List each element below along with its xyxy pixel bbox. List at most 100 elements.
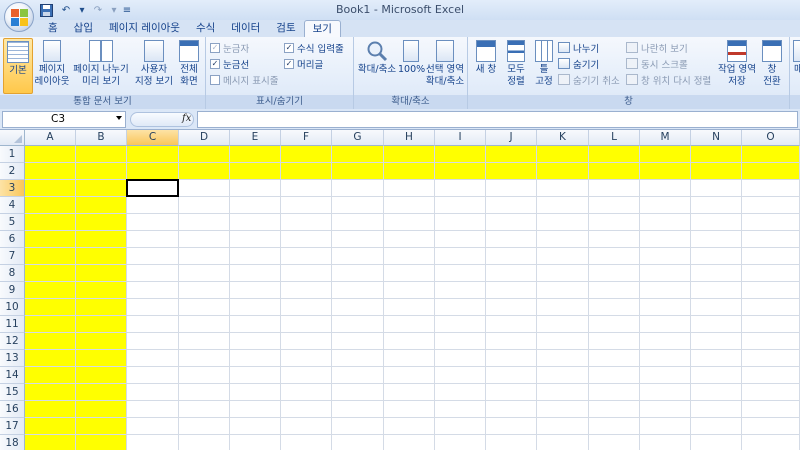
cell-n7[interactable] bbox=[691, 248, 742, 265]
cell-f16[interactable] bbox=[281, 401, 332, 418]
cell-n15[interactable] bbox=[691, 384, 742, 401]
cell-e4[interactable] bbox=[230, 197, 281, 214]
cell-j15[interactable] bbox=[486, 384, 537, 401]
cell-m1[interactable] bbox=[640, 146, 691, 163]
cell-j17[interactable] bbox=[486, 418, 537, 435]
cell-j11[interactable] bbox=[486, 316, 537, 333]
cell-j8[interactable] bbox=[486, 265, 537, 282]
cell-i11[interactable] bbox=[435, 316, 486, 333]
cell-e10[interactable] bbox=[230, 299, 281, 316]
cell-i10[interactable] bbox=[435, 299, 486, 316]
cell-l11[interactable] bbox=[589, 316, 640, 333]
formula-bar-checkbox[interactable]: ✓ 수식 입력줄 bbox=[284, 40, 344, 55]
cell-c7[interactable] bbox=[127, 248, 179, 265]
cell-a14[interactable] bbox=[25, 367, 76, 384]
cell-k16[interactable] bbox=[537, 401, 589, 418]
cell-l4[interactable] bbox=[589, 197, 640, 214]
cell-d2[interactable] bbox=[179, 163, 230, 180]
cell-c3[interactable] bbox=[127, 180, 179, 197]
cell-m17[interactable] bbox=[640, 418, 691, 435]
cell-l10[interactable] bbox=[589, 299, 640, 316]
zoom-to-selection-button[interactable]: 선택 영역 확대/축소 bbox=[424, 38, 466, 94]
cell-o9[interactable] bbox=[742, 282, 800, 299]
cell-m12[interactable] bbox=[640, 333, 691, 350]
cell-d4[interactable] bbox=[179, 197, 230, 214]
cell-n16[interactable] bbox=[691, 401, 742, 418]
cell-l14[interactable] bbox=[589, 367, 640, 384]
cell-b11[interactable] bbox=[76, 316, 127, 333]
cell-c16[interactable] bbox=[127, 401, 179, 418]
cell-f2[interactable] bbox=[281, 163, 332, 180]
cell-c12[interactable] bbox=[127, 333, 179, 350]
column-header-i[interactable]: I bbox=[435, 130, 486, 146]
cell-f3[interactable] bbox=[281, 180, 332, 197]
cell-o15[interactable] bbox=[742, 384, 800, 401]
cell-a7[interactable] bbox=[25, 248, 76, 265]
cell-d10[interactable] bbox=[179, 299, 230, 316]
cell-k6[interactable] bbox=[537, 231, 589, 248]
cell-i9[interactable] bbox=[435, 282, 486, 299]
cell-o12[interactable] bbox=[742, 333, 800, 350]
row-header-18[interactable]: 18 bbox=[0, 435, 25, 450]
cell-f5[interactable] bbox=[281, 214, 332, 231]
cell-n11[interactable] bbox=[691, 316, 742, 333]
sync-scroll-button[interactable]: 동시 스크롤 bbox=[626, 56, 688, 71]
cell-m4[interactable] bbox=[640, 197, 691, 214]
cell-n18[interactable] bbox=[691, 435, 742, 450]
cell-d18[interactable] bbox=[179, 435, 230, 450]
column-header-n[interactable]: N bbox=[691, 130, 742, 146]
cell-j5[interactable] bbox=[486, 214, 537, 231]
cell-j1[interactable] bbox=[486, 146, 537, 163]
cell-b16[interactable] bbox=[76, 401, 127, 418]
cell-k11[interactable] bbox=[537, 316, 589, 333]
cell-f9[interactable] bbox=[281, 282, 332, 299]
cell-d13[interactable] bbox=[179, 350, 230, 367]
cell-l17[interactable] bbox=[589, 418, 640, 435]
row-header-7[interactable]: 7 bbox=[0, 248, 25, 265]
freeze-panes-button[interactable]: 틀 고정 bbox=[530, 38, 558, 94]
cell-o2[interactable] bbox=[742, 163, 800, 180]
cell-i4[interactable] bbox=[435, 197, 486, 214]
column-header-k[interactable]: K bbox=[537, 130, 589, 146]
cell-f6[interactable] bbox=[281, 231, 332, 248]
cell-o17[interactable] bbox=[742, 418, 800, 435]
cell-d14[interactable] bbox=[179, 367, 230, 384]
cell-g9[interactable] bbox=[332, 282, 384, 299]
cell-k13[interactable] bbox=[537, 350, 589, 367]
page-break-preview-button[interactable]: 페이지 나누기 미리 보기 bbox=[70, 38, 132, 94]
cell-f17[interactable] bbox=[281, 418, 332, 435]
cell-g8[interactable] bbox=[332, 265, 384, 282]
cell-n5[interactable] bbox=[691, 214, 742, 231]
cell-i17[interactable] bbox=[435, 418, 486, 435]
cell-a12[interactable] bbox=[25, 333, 76, 350]
column-header-d[interactable]: D bbox=[179, 130, 230, 146]
row-header-3[interactable]: 3 bbox=[0, 180, 25, 197]
cell-o11[interactable] bbox=[742, 316, 800, 333]
cell-d8[interactable] bbox=[179, 265, 230, 282]
cell-b15[interactable] bbox=[76, 384, 127, 401]
cell-b13[interactable] bbox=[76, 350, 127, 367]
cell-a4[interactable] bbox=[25, 197, 76, 214]
macros-button[interactable]: 매 bbox=[791, 38, 800, 94]
cell-g14[interactable] bbox=[332, 367, 384, 384]
cell-g2[interactable] bbox=[332, 163, 384, 180]
switch-windows-button[interactable]: 창 전환 bbox=[756, 38, 788, 94]
cell-i15[interactable] bbox=[435, 384, 486, 401]
cell-h4[interactable] bbox=[384, 197, 435, 214]
cell-i16[interactable] bbox=[435, 401, 486, 418]
cell-e3[interactable] bbox=[230, 180, 281, 197]
cell-n1[interactable] bbox=[691, 146, 742, 163]
cell-i1[interactable] bbox=[435, 146, 486, 163]
cell-i3[interactable] bbox=[435, 180, 486, 197]
cell-a11[interactable] bbox=[25, 316, 76, 333]
cell-j3[interactable] bbox=[486, 180, 537, 197]
custom-views-button[interactable]: 사용자 지정 보기 bbox=[134, 38, 174, 94]
cell-a16[interactable] bbox=[25, 401, 76, 418]
cell-c11[interactable] bbox=[127, 316, 179, 333]
cell-k14[interactable] bbox=[537, 367, 589, 384]
cell-l1[interactable] bbox=[589, 146, 640, 163]
cell-g17[interactable] bbox=[332, 418, 384, 435]
cell-k9[interactable] bbox=[537, 282, 589, 299]
cell-l15[interactable] bbox=[589, 384, 640, 401]
unhide-window-button[interactable]: 숨기기 취소 bbox=[558, 72, 620, 87]
